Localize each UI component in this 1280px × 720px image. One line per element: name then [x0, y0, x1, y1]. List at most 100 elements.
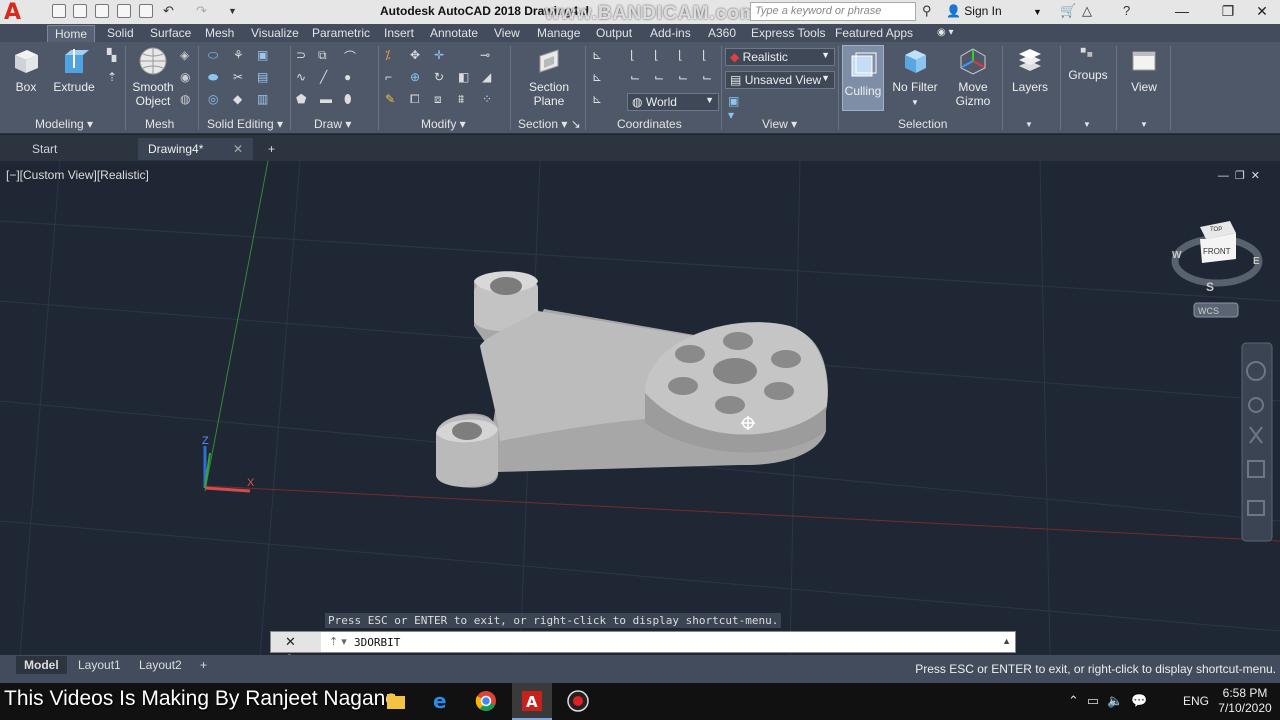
- undo-icon[interactable]: ↶: [163, 3, 174, 19]
- redo-icon[interactable]: ↷: [196, 3, 207, 19]
- search-input[interactable]: Type a keyword or phrase: [750, 2, 916, 21]
- mesh-box-icon[interactable]: ◈: [180, 48, 196, 64]
- polygon-icon[interactable]: ⬟: [296, 92, 312, 108]
- tab-featured-apps[interactable]: Featured Apps: [828, 25, 920, 42]
- model-tab[interactable]: Model: [16, 656, 67, 674]
- viewcube[interactable]: TOP FRONT W E S WCS: [1171, 221, 1263, 318]
- sign-in-button[interactable]: 👤 Sign In ▼: [946, 4, 1042, 18]
- culling-button[interactable]: Culling: [842, 45, 884, 111]
- tab-home[interactable]: Home: [47, 25, 96, 42]
- ellipse-icon[interactable]: ⬮: [344, 92, 360, 108]
- tab-mesh[interactable]: Mesh: [198, 25, 241, 42]
- command-input[interactable]: 3DORBIT: [354, 636, 400, 649]
- smooth-object-button[interactable]: Smooth Object: [128, 46, 178, 108]
- cart-icon[interactable]: 🛒: [1060, 3, 1076, 19]
- viewport-window-controls[interactable]: —❐✕: [1218, 169, 1266, 182]
- named-view-dropdown[interactable]: ▤ Unsaved View ▼: [725, 71, 835, 89]
- ucs-object-icon[interactable]: ⌙: [630, 70, 646, 86]
- binoculars-icon[interactable]: ⚲: [922, 3, 932, 19]
- save-as-icon[interactable]: [117, 4, 131, 18]
- chrome-icon[interactable]: [475, 690, 497, 712]
- command-line[interactable]: ✕🔧 ⇡ ▾ 3DORBIT ▲: [270, 631, 1016, 669]
- section-plane-button[interactable]: Section Plane: [526, 46, 572, 108]
- interfere-icon[interactable]: ⚘: [233, 48, 249, 64]
- close-tab-icon[interactable]: ✕: [233, 142, 243, 156]
- ucs-z-icon[interactable]: ⌊: [678, 48, 694, 64]
- panel-view-label[interactable]: View ▾: [762, 117, 797, 133]
- copy-icon[interactable]: ⊕: [410, 70, 426, 86]
- tab-express-tools[interactable]: Express Tools: [744, 25, 832, 42]
- tab-parametric[interactable]: Parametric: [305, 25, 377, 42]
- mirror-icon[interactable]: ◧: [458, 70, 474, 86]
- autocad-taskbar-button[interactable]: A: [512, 683, 552, 720]
- ucs-view-icon[interactable]: ⊾: [592, 70, 608, 86]
- minimize-button[interactable]: —: [1160, 0, 1204, 24]
- move-icon[interactable]: ✥: [410, 48, 426, 64]
- autocad-logo-icon[interactable]: A: [4, 2, 34, 24]
- tab-manage[interactable]: Manage: [530, 25, 587, 42]
- shell-icon[interactable]: ▣: [257, 48, 273, 64]
- view-expand-icon[interactable]: ▼: [1140, 120, 1148, 136]
- ucs-icon[interactable]: ⊾: [592, 48, 608, 64]
- tab-solid[interactable]: Solid: [100, 25, 141, 42]
- open-file-icon[interactable]: [73, 4, 87, 18]
- ucs-world-icon[interactable]: ⌊: [630, 48, 646, 64]
- ucs-y-icon[interactable]: ⌙: [702, 70, 718, 86]
- panel-coordinates-label[interactable]: Coordinates: [617, 117, 682, 133]
- rectangle-icon[interactable]: ▬: [320, 92, 336, 108]
- xline-icon[interactable]: ╱: [320, 70, 336, 86]
- viewcube-top-face[interactable]: TOP: [1210, 227, 1222, 233]
- a360-icon[interactable]: △: [1082, 3, 1092, 19]
- explode-icon[interactable]: ⁘: [482, 92, 498, 108]
- close-button[interactable]: ✕: [1240, 0, 1280, 24]
- stretch-icon[interactable]: ✎: [385, 92, 401, 108]
- tab-surface[interactable]: Surface: [143, 25, 198, 42]
- help-icon[interactable]: ?: [1123, 3, 1130, 18]
- circle-icon[interactable]: ●: [344, 70, 360, 86]
- tab-a360[interactable]: A360: [701, 25, 743, 42]
- panel-modeling-label[interactable]: Modeling ▾: [35, 117, 93, 133]
- separate-icon[interactable]: ▤: [257, 70, 273, 86]
- plot-icon[interactable]: [139, 4, 153, 18]
- arc-icon[interactable]: ⌒: [344, 48, 360, 64]
- viewports-icon[interactable]: ▣ ▾: [728, 94, 744, 122]
- extract-edges-icon[interactable]: ◆: [233, 92, 249, 108]
- move-gizmo-button[interactable]: Move Gizmo: [952, 46, 994, 108]
- presspull-icon[interactable]: ⇡: [107, 70, 123, 86]
- tab-annotate[interactable]: Annotate: [423, 25, 485, 42]
- union-icon[interactable]: ⬭: [208, 48, 224, 64]
- tab-add-ins[interactable]: Add-ins: [643, 25, 698, 42]
- save-icon[interactable]: [95, 4, 109, 18]
- drawing-tab[interactable]: Drawing4* ✕: [138, 138, 253, 160]
- coordinate-system-dropdown[interactable]: ◍ World ▼: [627, 93, 719, 111]
- mesh-cylinder-icon[interactable]: ◉: [180, 70, 196, 86]
- compass-west[interactable]: W: [1172, 250, 1182, 261]
- tab-output[interactable]: Output: [589, 25, 639, 42]
- rotate-icon[interactable]: ↻: [434, 70, 450, 86]
- offset-icon[interactable]: ⁒: [385, 48, 401, 64]
- tab-insert[interactable]: Insert: [377, 25, 421, 42]
- ucs-face-icon[interactable]: ⌙: [654, 70, 670, 86]
- intersect-icon[interactable]: ◎: [208, 92, 224, 108]
- panel-modify-label[interactable]: Modify ▾: [421, 117, 466, 133]
- panel-solid-editing-label[interactable]: Solid Editing ▾: [207, 117, 283, 133]
- thicken-icon[interactable]: ▥: [257, 92, 273, 108]
- 3d-scene[interactable]: Z X TOP FRONT W E S WCS: [0, 161, 1280, 655]
- extrude-button[interactable]: Extrude: [52, 46, 96, 94]
- panel-selection-label[interactable]: Selection: [898, 117, 947, 133]
- start-tab[interactable]: Start: [22, 138, 136, 160]
- layers-button[interactable]: Layers: [1009, 46, 1051, 94]
- view-button[interactable]: View: [1124, 46, 1164, 94]
- tab-view[interactable]: View: [487, 25, 527, 42]
- array-icon[interactable]: ⧈: [434, 92, 450, 108]
- groups-expand-icon[interactable]: ▼: [1083, 120, 1091, 136]
- file-explorer-icon[interactable]: [385, 690, 407, 712]
- panel-draw-label[interactable]: Draw ▾: [314, 117, 351, 133]
- layout2-tab[interactable]: Layout2: [131, 656, 190, 674]
- command-expand-icon[interactable]: ▲: [1002, 636, 1011, 646]
- close-command-icon[interactable]: ✕: [285, 634, 302, 649]
- align-icon[interactable]: ⩩: [458, 92, 474, 108]
- visual-style-dropdown[interactable]: ◆ Realistic ▼: [725, 48, 835, 66]
- compass-south[interactable]: S: [1206, 280, 1214, 294]
- panel-section-label[interactable]: Section ▾ ↘: [518, 117, 581, 133]
